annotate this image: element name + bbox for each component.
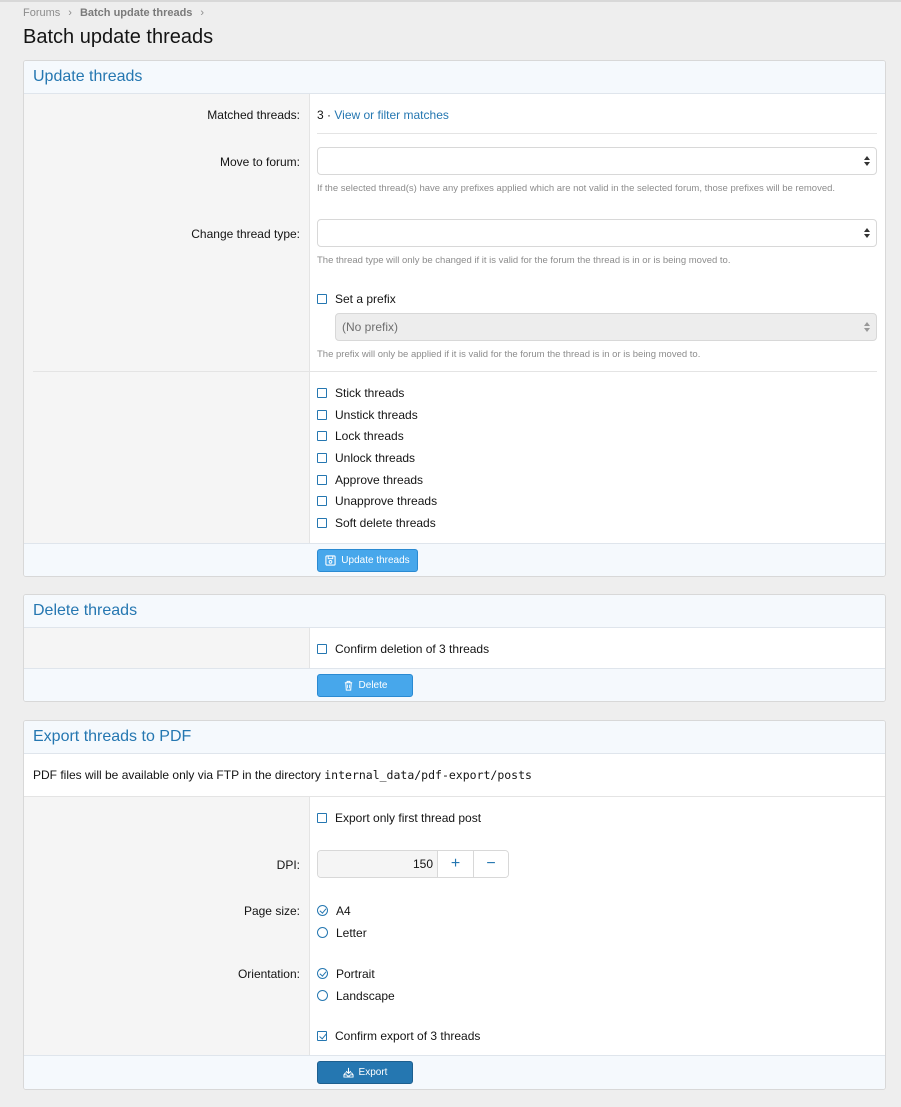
checkbox-icon: [317, 387, 327, 398]
set-prefix-label: Set a prefix: [335, 291, 396, 306]
move-to-forum-select[interactable]: [317, 147, 877, 175]
page-size-row: Page size: A4 Letter: [24, 900, 885, 943]
breadcrumb-forums-link[interactable]: Forums: [23, 7, 60, 19]
prefix-hint: The prefix will only be applied if it is…: [317, 348, 701, 360]
soft-delete-threads-checkbox[interactable]: Soft delete threads: [317, 512, 877, 534]
matched-threads-label: Matched threads:: [207, 108, 300, 122]
export-icon: [343, 1067, 354, 1078]
radio-checked-icon: [317, 905, 328, 917]
thread-actions-row: Stick threads Unstick threads Lock threa…: [24, 382, 885, 534]
unstick-threads-checkbox[interactable]: Unstick threads: [317, 404, 877, 426]
orientation-row: Orientation: Portrait Landscape: [24, 963, 885, 1006]
export-pdf-footer: Export: [24, 1055, 885, 1089]
page-size-a4-radio[interactable]: A4: [317, 900, 877, 922]
page-size-letter-radio[interactable]: Letter: [317, 922, 877, 944]
breadcrumb-current-link[interactable]: Batch update threads: [80, 7, 192, 19]
update-threads-button[interactable]: Update threads: [317, 549, 418, 572]
checkbox-icon: [317, 474, 327, 485]
select-caret-icon: [864, 228, 870, 238]
divider: [33, 371, 877, 372]
export-first-post-checkbox[interactable]: Export only first thread post: [317, 807, 877, 829]
stick-threads-checkbox[interactable]: Stick threads: [317, 382, 877, 404]
move-to-forum-label: Move to forum:: [219, 155, 300, 169]
breadcrumb: Forums › Batch update threads ›: [23, 7, 212, 19]
export-pdf-header: Export threads to PDF: [24, 721, 885, 754]
orientation-portrait-radio[interactable]: Portrait: [317, 963, 877, 985]
unlock-threads-checkbox[interactable]: Unlock threads: [317, 447, 877, 469]
approve-threads-checkbox[interactable]: Approve threads: [317, 469, 877, 491]
update-threads-header: Update threads: [24, 61, 885, 94]
select-caret-icon: [864, 156, 870, 166]
divider: [317, 133, 877, 134]
orientation-label: Orientation:: [237, 967, 300, 981]
orientation-landscape-radio[interactable]: Landscape: [317, 985, 877, 1007]
change-thread-type-row: Change thread type: The thread type will…: [24, 219, 885, 266]
confirm-export-checkbox[interactable]: Confirm export of 3 threads: [317, 1025, 877, 1047]
checkbox-icon: [317, 812, 327, 823]
update-threads-footer: Update threads: [24, 543, 885, 576]
checkbox-icon: [317, 517, 327, 528]
dpi-label: DPI:: [276, 858, 300, 872]
checkbox-icon: [317, 293, 327, 304]
delete-threads-block: Delete threads Confirm deletion of 3 thr…: [23, 594, 886, 702]
dpi-input[interactable]: 150: [318, 851, 438, 877]
dpi-increase-button[interactable]: +: [438, 851, 473, 877]
save-icon: [325, 555, 336, 566]
page-title: Batch update threads: [23, 26, 214, 48]
export-options-body: Export only first thread post DPI: 150 +…: [24, 797, 885, 1055]
radio-checked-icon: [317, 968, 328, 980]
checkbox-icon: [317, 409, 327, 420]
top-border: [0, 0, 901, 2]
checkbox-checked-icon: [317, 1030, 327, 1041]
delete-threads-footer: Delete: [24, 668, 885, 701]
page-size-label: Page size:: [243, 904, 300, 918]
trash-icon: [344, 680, 352, 691]
confirm-deletion-checkbox[interactable]: Confirm deletion of 3 threads: [317, 638, 877, 660]
checkbox-icon: [317, 452, 327, 463]
chevron-right-icon: ›: [68, 7, 72, 19]
export-path: internal_data/pdf-export/posts: [324, 768, 532, 782]
checkbox-icon: [317, 496, 327, 507]
checkbox-icon: [317, 643, 327, 654]
dpi-decrease-button[interactable]: −: [473, 851, 508, 877]
export-note-text: PDF files will be available only via FTP…: [33, 768, 321, 782]
radio-icon: [317, 927, 328, 939]
select-caret-icon: [864, 321, 870, 332]
move-to-forum-row: Move to forum: If the selected thread(s)…: [24, 147, 885, 194]
change-thread-type-label: Change thread type:: [191, 227, 300, 241]
set-prefix-checkbox[interactable]: Set a prefix: [317, 288, 877, 310]
set-prefix-row: Set a prefix (No prefix) The prefix will…: [24, 288, 885, 360]
prefix-select: (No prefix): [335, 312, 877, 341]
delete-threads-header: Delete threads: [24, 595, 885, 628]
update-threads-block: Update threads Matched threads: 3 · View…: [23, 60, 886, 577]
view-filter-matches-link[interactable]: View or filter matches: [334, 108, 449, 122]
change-thread-type-select[interactable]: [317, 219, 877, 247]
prefix-select-value: (No prefix): [342, 319, 399, 334]
radio-icon: [317, 990, 328, 1002]
matched-threads-row: Matched threads: 3 · View or filter matc…: [24, 108, 885, 122]
export-pdf-block: Export threads to PDF PDF files will be …: [23, 720, 886, 1090]
move-to-forum-hint: If the selected thread(s) have any prefi…: [317, 183, 836, 194]
update-threads-body: Matched threads: 3 · View or filter matc…: [24, 94, 885, 543]
dpi-row: DPI: 150 + −: [24, 850, 885, 878]
chevron-right-icon: ›: [200, 7, 205, 19]
change-thread-type-hint: The thread type will only be changed if …: [317, 255, 731, 266]
export-button[interactable]: Export: [317, 1061, 413, 1084]
matched-count: 3: [317, 108, 324, 122]
matched-threads-value: 3 · View or filter matches: [309, 108, 885, 122]
checkbox-icon: [317, 431, 327, 442]
matched-separator: ·: [327, 108, 332, 122]
export-note: PDF files will be available only via FTP…: [24, 754, 885, 797]
dpi-stepper: 150 + −: [317, 850, 509, 878]
unapprove-threads-checkbox[interactable]: Unapprove threads: [317, 490, 877, 512]
lock-threads-checkbox[interactable]: Lock threads: [317, 425, 877, 447]
delete-threads-body: Confirm deletion of 3 threads: [24, 628, 885, 668]
delete-button[interactable]: Delete: [317, 674, 413, 697]
